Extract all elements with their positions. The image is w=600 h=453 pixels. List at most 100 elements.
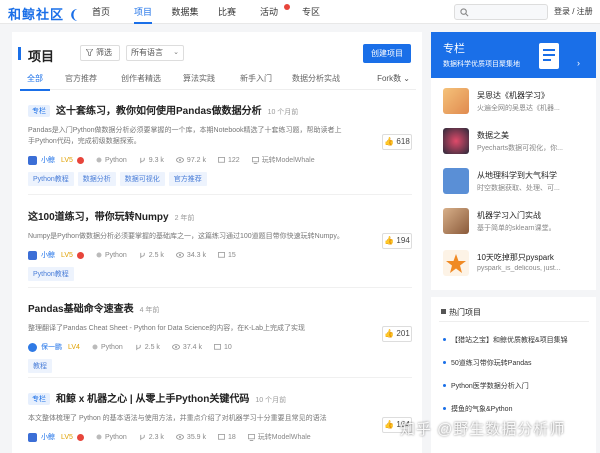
create-project-button[interactable]: 创建项目 — [363, 44, 411, 63]
nav-zones[interactable]: 专区 — [290, 0, 332, 24]
column-list-item[interactable]: 机器学习入门实战 基于简单的sklearn课堂。 — [439, 208, 594, 240]
column-list-item[interactable]: 从地理科学到大气科学 时空数据获取、处理、可... — [439, 168, 594, 200]
tab-algorithms[interactable]: 算法实践 — [170, 72, 228, 90]
like-button[interactable]: 👍 201 — [382, 326, 412, 342]
comment-count: 18 — [218, 434, 236, 441]
column-thumbnail — [443, 88, 469, 114]
verified-icon — [76, 251, 84, 259]
fork-icon — [140, 434, 145, 440]
search-input[interactable] — [454, 4, 548, 20]
language-icon — [96, 434, 102, 440]
tag-chip[interactable]: 数据分析 — [77, 172, 116, 186]
author-name[interactable]: 保一鹏 — [41, 342, 62, 352]
column-item-desc: 时空数据获取、处理、可... — [477, 185, 560, 192]
project-tags: Python教程 — [28, 267, 408, 281]
language-label: Python — [96, 157, 127, 164]
avatar[interactable] — [28, 155, 37, 165]
project-description: 整理翻译了Pandas Cheat Sheet - Python for Dat… — [28, 325, 305, 332]
column-list-item[interactable]: 吴恩达《机器学习》 火遍全网的吴恩达《机器... — [439, 88, 594, 120]
tag-chip[interactable]: 数据可视化 — [119, 172, 165, 186]
column-title: 专栏 — [443, 43, 465, 55]
avatar[interactable] — [28, 342, 37, 352]
thumbs-up-icon: 👍 — [384, 137, 395, 146]
author-name[interactable]: 小鲸 — [41, 155, 55, 165]
avatar[interactable] — [28, 250, 37, 260]
hot-project-link[interactable]: 50道练习带你玩转Pandas — [443, 358, 532, 368]
language-select[interactable]: 所有语言 ⌄ — [126, 45, 184, 61]
eye-icon — [175, 157, 184, 163]
nav-datasets[interactable]: 数据集 — [164, 0, 206, 24]
level-badge: LV5 — [61, 433, 73, 441]
tab-beginner[interactable]: 新手入门 — [228, 72, 284, 90]
hot-project-link[interactable]: 摸鱼的气象&Python — [443, 404, 512, 414]
nav-events[interactable]: 活动 — [248, 0, 290, 24]
author-name[interactable]: 小鲸 — [41, 432, 55, 442]
page-title: 项目 — [28, 49, 55, 64]
project-time: 10 个月前 — [267, 109, 299, 116]
column-list-item[interactable]: 10天吃掉那只pyspark pyspark_is_delicous, just… — [439, 250, 594, 282]
hot-project-link[interactable]: 【猎站之宝】和鲸优质教程&项目集锦 — [443, 335, 568, 345]
comment-count: 122 — [218, 157, 240, 164]
column-item-title[interactable]: 从地理科学到大气科学 — [477, 170, 557, 181]
project-title[interactable]: Pandas基础命令速查表 4 年前 — [28, 300, 408, 315]
view-count: 35.9 k — [175, 434, 206, 441]
column-item-title[interactable]: 机器学习入门实战 — [477, 210, 541, 221]
project-item[interactable]: Pandas基础命令速查表 4 年前 整理翻译了Pandas Cheat Shee… — [28, 300, 408, 373]
like-button[interactable]: 👍 194 — [382, 233, 412, 249]
filter-icon — [85, 48, 94, 57]
tab-data-analysis[interactable]: 数据分析实战 — [284, 72, 348, 90]
project-meta: 小鲸 LV5 Python 2.5 k 34.3 k 15 — [28, 250, 408, 260]
project-title[interactable]: 专栏 和鲸 x 机器之心 | 从零上手Python关键代码 10 个月前 — [28, 390, 408, 405]
project-meta: 小鲸 LV5 Python 2.3 k 35.9 k 18 玩转ModelWha… — [28, 432, 408, 442]
tab-official[interactable]: 官方推荐 — [50, 72, 112, 90]
project-time: 10 个月前 — [255, 397, 287, 404]
sort-fork-select[interactable]: Fork数 ⌄ — [377, 72, 410, 86]
chevron-right-icon: › — [577, 58, 580, 68]
eye-icon — [171, 344, 180, 350]
project-description: Numpy是Python做数据分析必须要掌握的基础库之一，这篇练习通过100道题… — [28, 233, 344, 240]
tag-chip[interactable]: 官方推荐 — [168, 172, 207, 186]
level-badge: LV5 — [61, 156, 73, 164]
column-banner[interactable]: 专栏 数据科学优质项目聚集地 › — [431, 32, 596, 78]
project-tags: 教程 — [28, 359, 408, 373]
column-list-item[interactable]: 数据之美 Pyecharts数据可视化，你... — [439, 128, 594, 160]
bullet-icon — [443, 384, 446, 387]
tag-chip[interactable]: 教程 — [28, 359, 52, 373]
column-panel: 专栏 数据科学优质项目聚集地 › 吴恩达《机器学习》 火遍全网的吴恩达《机器..… — [431, 32, 596, 290]
verified-icon — [76, 433, 84, 441]
column-item-desc: 火遍全网的吴恩达《机器... — [477, 105, 560, 112]
fork-count: 2.3 k — [139, 434, 164, 441]
project-title[interactable]: 这100道练习，带你玩转Numpy 2 年前 — [28, 208, 408, 223]
project-time: 2 年前 — [174, 215, 195, 222]
nav-projects[interactable]: 项目 — [122, 0, 164, 24]
avatar[interactable] — [28, 432, 37, 442]
column-item-title[interactable]: 数据之美 — [477, 130, 509, 141]
hot-project-link[interactable]: Python医学数据分析入门 — [443, 381, 529, 391]
project-title[interactable]: 专栏 这十套练习，教你如何使用Pandas做数据分析 10 个月前 — [28, 102, 408, 117]
language-icon — [96, 157, 102, 163]
project-item[interactable]: 这100道练习，带你玩转Numpy 2 年前 Numpy是Python做数据分析必… — [28, 208, 408, 281]
project-item[interactable]: 专栏 和鲸 x 机器之心 | 从零上手Python关键代码 10 个月前 本文整体梳… — [28, 390, 408, 442]
like-button[interactable]: 👍 618 — [382, 134, 412, 150]
tag-chip[interactable]: Python教程 — [28, 172, 74, 186]
author-name[interactable]: 小鲸 — [41, 250, 55, 260]
bullet-icon — [443, 338, 446, 341]
login-register-link[interactable]: 登录 / 注册 — [554, 6, 593, 17]
site-logo[interactable]: 和鲸社区 ❨ — [8, 4, 81, 23]
spark-star-icon — [446, 254, 466, 273]
project-item[interactable]: 专栏 这十套练习，教你如何使用Pandas做数据分析 10 个月前 Pandas是入… — [28, 102, 408, 186]
column-item-title[interactable]: 10天吃掉那只pyspark — [477, 252, 554, 263]
nav-home[interactable]: 首页 — [80, 0, 122, 24]
column-item-desc: Pyecharts数据可视化，你... — [477, 145, 563, 152]
project-meta: 保一鹏 LV4 Python 2.5 k 37.4 k 10 — [28, 342, 408, 352]
filter-button[interactable]: 筛选 — [80, 45, 120, 61]
tab-creator-picks[interactable]: 创作者精选 — [112, 72, 170, 90]
column-subtitle: 数据科学优质项目聚集地 — [443, 61, 520, 68]
column-item-title[interactable]: 吴恩达《机器学习》 — [477, 90, 549, 101]
language-label: Python — [96, 434, 127, 441]
tab-all[interactable]: 全部 — [20, 72, 50, 91]
column-badge: 专栏 — [28, 105, 50, 117]
nav-competitions[interactable]: 比赛 — [206, 0, 248, 24]
fork-count: 9.3 k — [139, 157, 164, 164]
tag-chip[interactable]: Python教程 — [28, 267, 74, 281]
